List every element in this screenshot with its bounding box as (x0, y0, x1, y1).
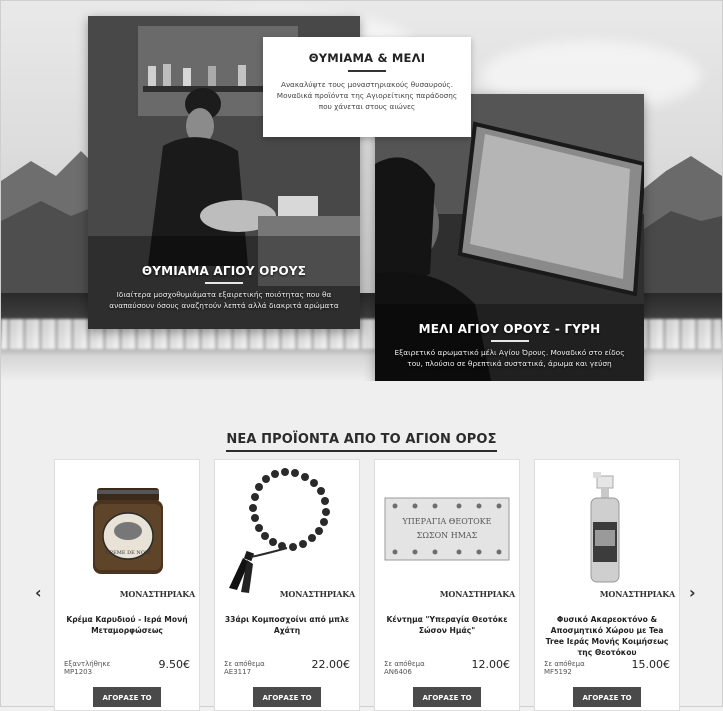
product-title[interactable]: Κρέμα Καρυδιού - Ιερά Μονή Μεταμορφώσεως (63, 614, 191, 636)
hero-title-divider (348, 70, 386, 72)
incense-title: ΘΥΜΙΑΜΑ ΑΓΙΟΥ ΟΡΟΥΣ (141, 264, 307, 278)
product-title[interactable]: Κέντημα "Υπεραγία Θεοτόκε Σώσον Ημάς" (383, 614, 511, 636)
buy-button[interactable]: ΑΓΟΡΑΣΕ ΤΟ (573, 687, 641, 707)
buy-button[interactable]: ΑΓΟΡΑΣΕ ΤΟ (413, 687, 481, 707)
product-code: AN6406 (384, 668, 412, 676)
product-image[interactable] (215, 460, 359, 600)
stock-status: Σε απόθεμα (224, 660, 265, 668)
incense-description: Ιδιαίτερα μοσχοθυμιάματα εξαιρετικής ποι… (109, 290, 339, 310)
hero-description: Ανακαλύψτε τους μοναστηριακούς θυσαυρούς… (276, 80, 458, 111)
stock-status: Σε απόθεμα (384, 660, 425, 668)
stock-status: Σε απόθεμα (544, 660, 585, 668)
buy-button[interactable]: ΑΓΟΡΑΣΕ ΤΟ (93, 687, 161, 707)
new-products-heading: ΝΕΑ ΠΡΟΪΟΝΤΑ ΑΠΟ ΤΟ ΑΓΙΟΝ ΟΡΟΣ (0, 432, 723, 452)
incense-caption: ΘΥΜΙΑΜΑ ΑΓΙΟΥ ΟΡΟΥΣ Ιδιαίτερα μοσχοθυμιά… (88, 264, 360, 311)
jar-label-text: CREME DE NOIX (106, 550, 151, 556)
honey-description: Εξαιρετικό αρωματικό μέλι Αγίου Όρους. Μ… (394, 348, 625, 368)
spray-bottle-image (590, 472, 620, 583)
walnut-cream-jar-image: CREME DE NOIX (93, 488, 163, 574)
product-card[interactable]: CREME DE NOIX ΜΟΝΑΣΤΗΡΙΑΚΑ Κρέμα Καρυδιο… (54, 459, 200, 711)
product-card[interactable]: ΜΟΝΑΣΤΗΡΙΑΚΑ 33άρι Κομποσχοίνι από μπλε … (214, 459, 360, 711)
prayer-rope-image (229, 468, 330, 593)
hero-info-box: ΘΥΜΙΑΜΑ & ΜΕΛΙ Ανακαλύψτε τους μοναστηρι… (263, 37, 471, 137)
product-card[interactable]: ΥΠΕΡΑΓΙΑ ΘΕΟΤΟΚΕ ΣΩΣΟΝ ΗΜΑΣ ΜΟΝΑΣΤΗΡΙΑΚΑ… (374, 459, 520, 711)
product-card[interactable]: ΜΟΝΑΣΤΗΡΙΑΚΑ Φυσικό Ακαρεοκτόνο & Αποσμη… (534, 459, 680, 711)
honey-caption: ΜΕΛΙ ΑΓΙΟΥ ΟΡΟΥΣ - ΓΥΡΗ Εξαιρετικό αρωμα… (375, 322, 644, 369)
product-price: 12.00€ (471, 658, 511, 671)
product-code: MF5192 (544, 668, 572, 676)
product-image[interactable]: CREME DE NOIX (55, 460, 199, 600)
buy-button[interactable]: ΑΓΟΡΑΣΕ ΤΟ (253, 687, 321, 707)
brand-logo: ΜΟΝΑΣΤΗΡΙΑΚΑ (439, 589, 515, 599)
embroidery-image: ΥΠΕΡΑΓΙΑ ΘΕΟΤΟΚΕ ΣΩΣΟΝ ΗΜΑΣ (384, 497, 510, 561)
brand-logo: ΜΟΝΑΣΤΗΡΙΑΚΑ (279, 589, 355, 599)
hero-banner: ΘΥΜΙΑΜΑ ΑΓΙΟΥ ΟΡΟΥΣ Ιδιαίτερα μοσχοθυμιά… (1, 1, 722, 381)
product-code: MP1203 (64, 668, 93, 676)
product-image[interactable] (535, 460, 679, 600)
product-image[interactable]: ΥΠΕΡΑΓΙΑ ΘΕΟΤΟΚΕ ΣΩΣΟΝ ΗΜΑΣ (375, 460, 519, 600)
product-code: AE3117 (224, 668, 252, 676)
new-products-heading-text: ΝΕΑ ΠΡΟΪΟΝΤΑ ΑΠΟ ΤΟ ΑΓΙΟΝ ΟΡΟΣ (226, 432, 497, 452)
embroidery-text-line2: ΣΩΣΟΝ ΗΜΑΣ (417, 531, 478, 540)
carousel-prev-arrow[interactable]: ‹ (35, 583, 42, 602)
embroidery-text-line1: ΥΠΕΡΑΓΙΑ ΘΕΟΤΟΚΕ (402, 517, 492, 526)
product-title[interactable]: Φυσικό Ακαρεοκτόνο & Αποσμητικό Χώρου με… (543, 614, 671, 658)
honey-title-divider (490, 340, 529, 342)
incense-title-divider (205, 282, 243, 284)
product-price: 22.00€ (311, 658, 351, 671)
brand-logo: ΜΟΝΑΣΤΗΡΙΑΚΑ (119, 589, 195, 599)
product-price: 15.00€ (631, 658, 671, 671)
hero-title: ΘΥΜΙΑΜΑ & ΜΕΛΙ (308, 51, 426, 65)
product-price: 9.50€ (158, 658, 191, 671)
honey-title: ΜΕΛΙ ΑΓΙΟΥ ΟΡΟΥΣ - ΓΥΡΗ (418, 322, 601, 336)
brand-logo: ΜΟΝΑΣΤΗΡΙΑΚΑ (599, 589, 675, 599)
stock-status: Εξαντλήθηκε (64, 660, 111, 668)
product-title[interactable]: 33άρι Κομποσχοίνι από μπλε Αχάτη (223, 614, 351, 636)
carousel-next-arrow[interactable]: › (689, 583, 696, 602)
honey-banner[interactable]: ΜΕΛΙ ΑΓΙΟΥ ΟΡΟΥΣ - ΓΥΡΗ Εξαιρετικό αρωμα… (375, 94, 644, 381)
